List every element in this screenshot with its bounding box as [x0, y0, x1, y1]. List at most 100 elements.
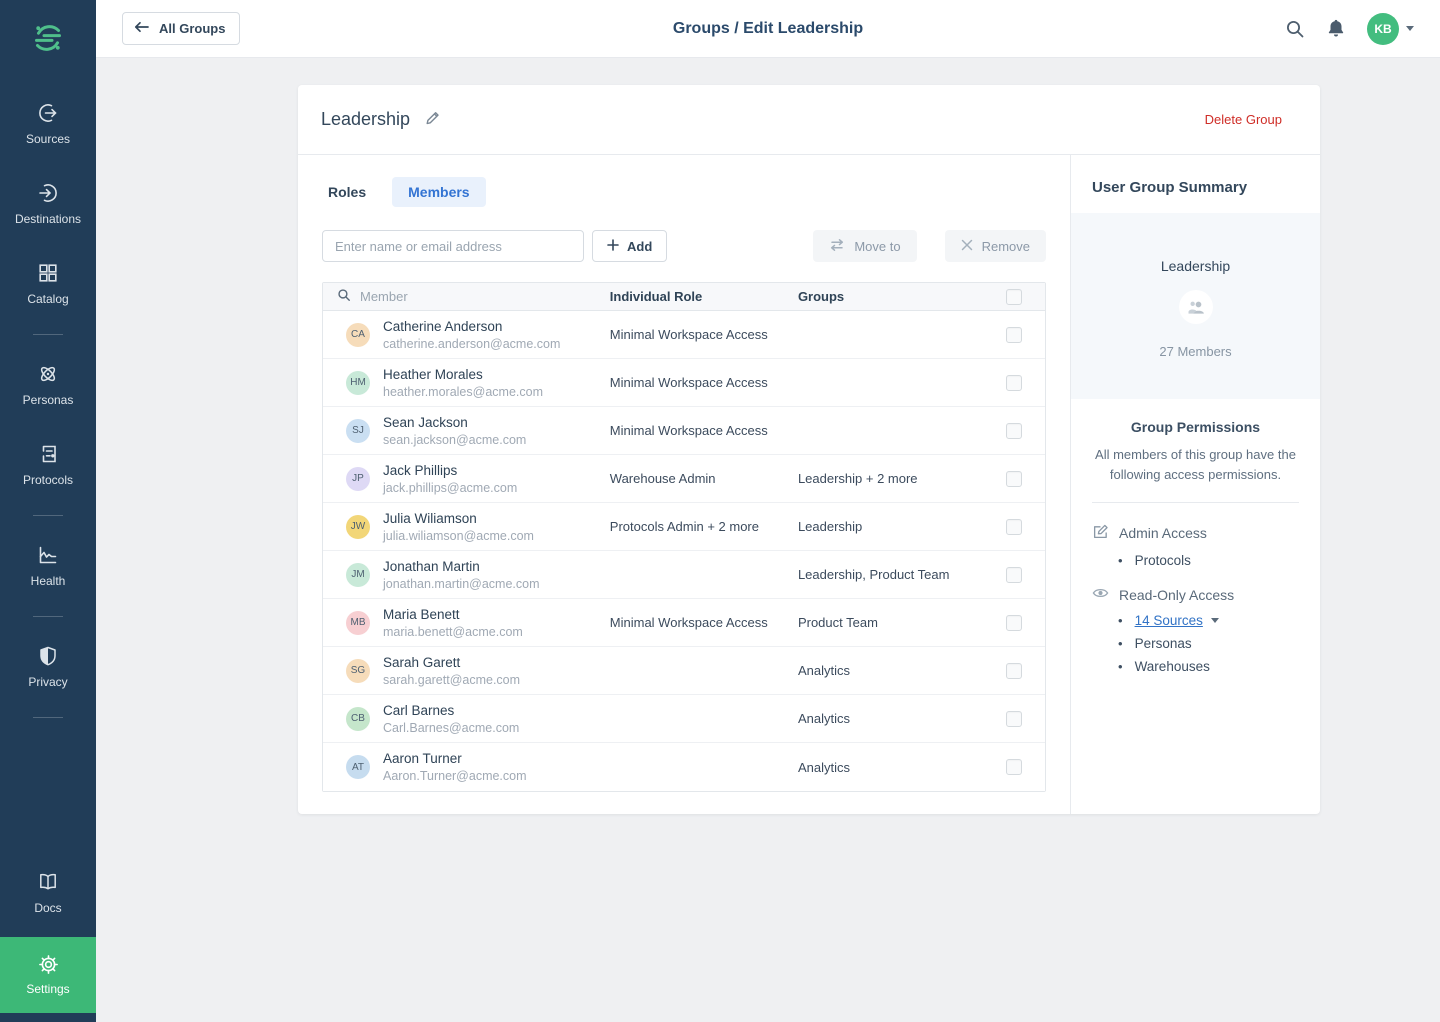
row-checkbox[interactable] — [1006, 423, 1022, 439]
group-name-title: Leadership — [321, 109, 410, 130]
column-header-groups: Groups — [798, 289, 1006, 304]
admin-access-item: Protocols — [1092, 549, 1299, 572]
search-icon[interactable] — [1285, 19, 1305, 39]
sidebar-item-protocols[interactable]: Protocols — [0, 439, 96, 491]
table-row[interactable]: JM Jonathan Martin jonathan.martin@acme.… — [323, 551, 1045, 599]
member-filter[interactable]: Member — [337, 288, 408, 305]
tab-members[interactable]: Members — [392, 177, 485, 207]
sidebar-item-label: Destinations — [15, 212, 81, 226]
member-email: sarah.garett@acme.com — [383, 673, 520, 687]
avatar: SG — [346, 659, 370, 683]
user-group-summary-panel: User Group Summary Leadership 27 Members… — [1070, 155, 1320, 814]
sources-expand-link[interactable]: 14 Sources — [1135, 613, 1219, 628]
sidebar-item-settings[interactable]: Settings — [0, 937, 96, 1013]
tab-roles[interactable]: Roles — [322, 177, 372, 207]
member-groups: Leadership, Product Team — [798, 567, 1006, 582]
move-to-button[interactable]: Move to — [813, 230, 916, 262]
row-checkbox[interactable] — [1006, 567, 1022, 583]
table-body: CA Catherine Anderson catherine.anderson… — [323, 311, 1045, 791]
sidebar-divider — [33, 515, 63, 516]
docs-book-icon — [37, 871, 59, 893]
pencil-icon — [424, 110, 440, 129]
avatar: JP — [346, 467, 370, 491]
notifications-bell-icon[interactable] — [1327, 19, 1345, 39]
edit-group-name-button[interactable] — [424, 110, 440, 129]
member-name: Aaron Turner — [383, 751, 527, 766]
member-groups: Analytics — [798, 663, 1006, 678]
avatar: MB — [346, 611, 370, 635]
card-header: Leadership Delete Group — [298, 85, 1320, 155]
table-row[interactable]: CA Catherine Anderson catherine.anderson… — [323, 311, 1045, 359]
avatar: AT — [346, 755, 370, 779]
row-checkbox[interactable] — [1006, 519, 1022, 535]
sources-link-label: 14 Sources — [1135, 613, 1203, 628]
row-checkbox[interactable] — [1006, 375, 1022, 391]
select-all-checkbox[interactable] — [1006, 289, 1022, 305]
row-checkbox[interactable] — [1006, 711, 1022, 727]
member-filter-placeholder: Member — [360, 289, 408, 304]
segment-logo-icon[interactable] — [28, 18, 68, 58]
add-member-input[interactable] — [322, 230, 584, 262]
avatar: HM — [346, 371, 370, 395]
member-name: Catherine Anderson — [383, 319, 560, 334]
table-row[interactable]: HM Heather Morales heather.morales@acme.… — [323, 359, 1045, 407]
member-role: Minimal Workspace Access — [610, 327, 798, 342]
member-name: Julia Wiliamson — [383, 511, 534, 526]
sidebar-divider — [33, 717, 63, 718]
sidebar-item-sources[interactable]: Sources — [0, 98, 96, 150]
row-checkbox[interactable] — [1006, 615, 1022, 631]
divider — [1092, 502, 1299, 503]
table-row[interactable]: SG Sarah Garett sarah.garett@acme.com An… — [323, 647, 1045, 695]
table-row[interactable]: SJ Sean Jackson sean.jackson@acme.com Mi… — [323, 407, 1045, 455]
table-row[interactable]: CB Carl Barnes Carl.Barnes@acme.com Anal… — [323, 695, 1045, 743]
user-menu[interactable]: KB — [1367, 13, 1414, 45]
sidebar: Sources Destinations Catalog — [0, 0, 96, 1022]
member-email: julia.wiliamson@acme.com — [383, 529, 534, 543]
sidebar-item-docs[interactable]: Docs — [0, 867, 96, 919]
remove-button[interactable]: Remove — [945, 230, 1046, 262]
sidebar-item-destinations[interactable]: Destinations — [0, 178, 96, 230]
all-groups-back-button[interactable]: All Groups — [122, 12, 240, 45]
readonly-access-item: Warehouses — [1092, 655, 1299, 678]
member-role: Minimal Workspace Access — [610, 423, 798, 438]
edit-square-icon — [1092, 523, 1109, 543]
summary-group-name: Leadership — [1071, 258, 1320, 274]
member-groups: Product Team — [798, 615, 1006, 630]
admin-access-list: Protocols — [1092, 549, 1299, 572]
sidebar-item-health[interactable]: Health — [0, 540, 96, 592]
members-table: Member Individual Role Groups CA Catheri… — [322, 282, 1046, 792]
row-checkbox[interactable] — [1006, 663, 1022, 679]
sidebar-item-personas[interactable]: Personas — [0, 359, 96, 411]
add-member-button[interactable]: Add — [592, 230, 667, 262]
table-row[interactable]: JP Jack Phillips jack.phillips@acme.com … — [323, 455, 1045, 503]
table-row[interactable]: MB Maria Benett maria.benett@acme.com Mi… — [323, 599, 1045, 647]
protocols-icon — [37, 443, 59, 465]
member-groups: Leadership — [798, 519, 1006, 534]
member-email: Carl.Barnes@acme.com — [383, 721, 519, 735]
readonly-access-row: Read-Only Access — [1092, 586, 1299, 603]
arrow-left-icon — [134, 20, 150, 37]
add-button-label: Add — [627, 239, 652, 254]
delete-group-button[interactable]: Delete Group — [1205, 112, 1282, 127]
member-name: Sean Jackson — [383, 415, 526, 430]
sidebar-item-catalog[interactable]: Catalog — [0, 258, 96, 310]
readonly-access-list: 14 Sources Personas Warehouses — [1092, 609, 1299, 678]
group-permissions-section: Group Permissions All members of this gr… — [1071, 399, 1320, 712]
sidebar-divider — [33, 616, 63, 617]
row-checkbox[interactable] — [1006, 327, 1022, 343]
user-avatar: KB — [1367, 13, 1399, 45]
table-row[interactable]: JW Julia Wiliamson julia.wiliamson@acme.… — [323, 503, 1045, 551]
row-checkbox[interactable] — [1006, 471, 1022, 487]
transfer-arrows-icon — [829, 238, 845, 255]
row-checkbox[interactable] — [1006, 759, 1022, 775]
tab-bar: Roles Members — [322, 177, 1046, 207]
chevron-down-icon — [1406, 26, 1414, 31]
avatar: CB — [346, 707, 370, 731]
health-icon — [37, 544, 59, 566]
chevron-down-icon — [1211, 618, 1219, 623]
back-button-label: All Groups — [159, 21, 225, 36]
table-row[interactable]: AT Aaron Turner Aaron.Turner@acme.com An… — [323, 743, 1045, 791]
avatar: CA — [346, 323, 370, 347]
sidebar-item-privacy[interactable]: Privacy — [0, 641, 96, 693]
page-title: Groups / Edit Leadership — [96, 20, 1440, 38]
